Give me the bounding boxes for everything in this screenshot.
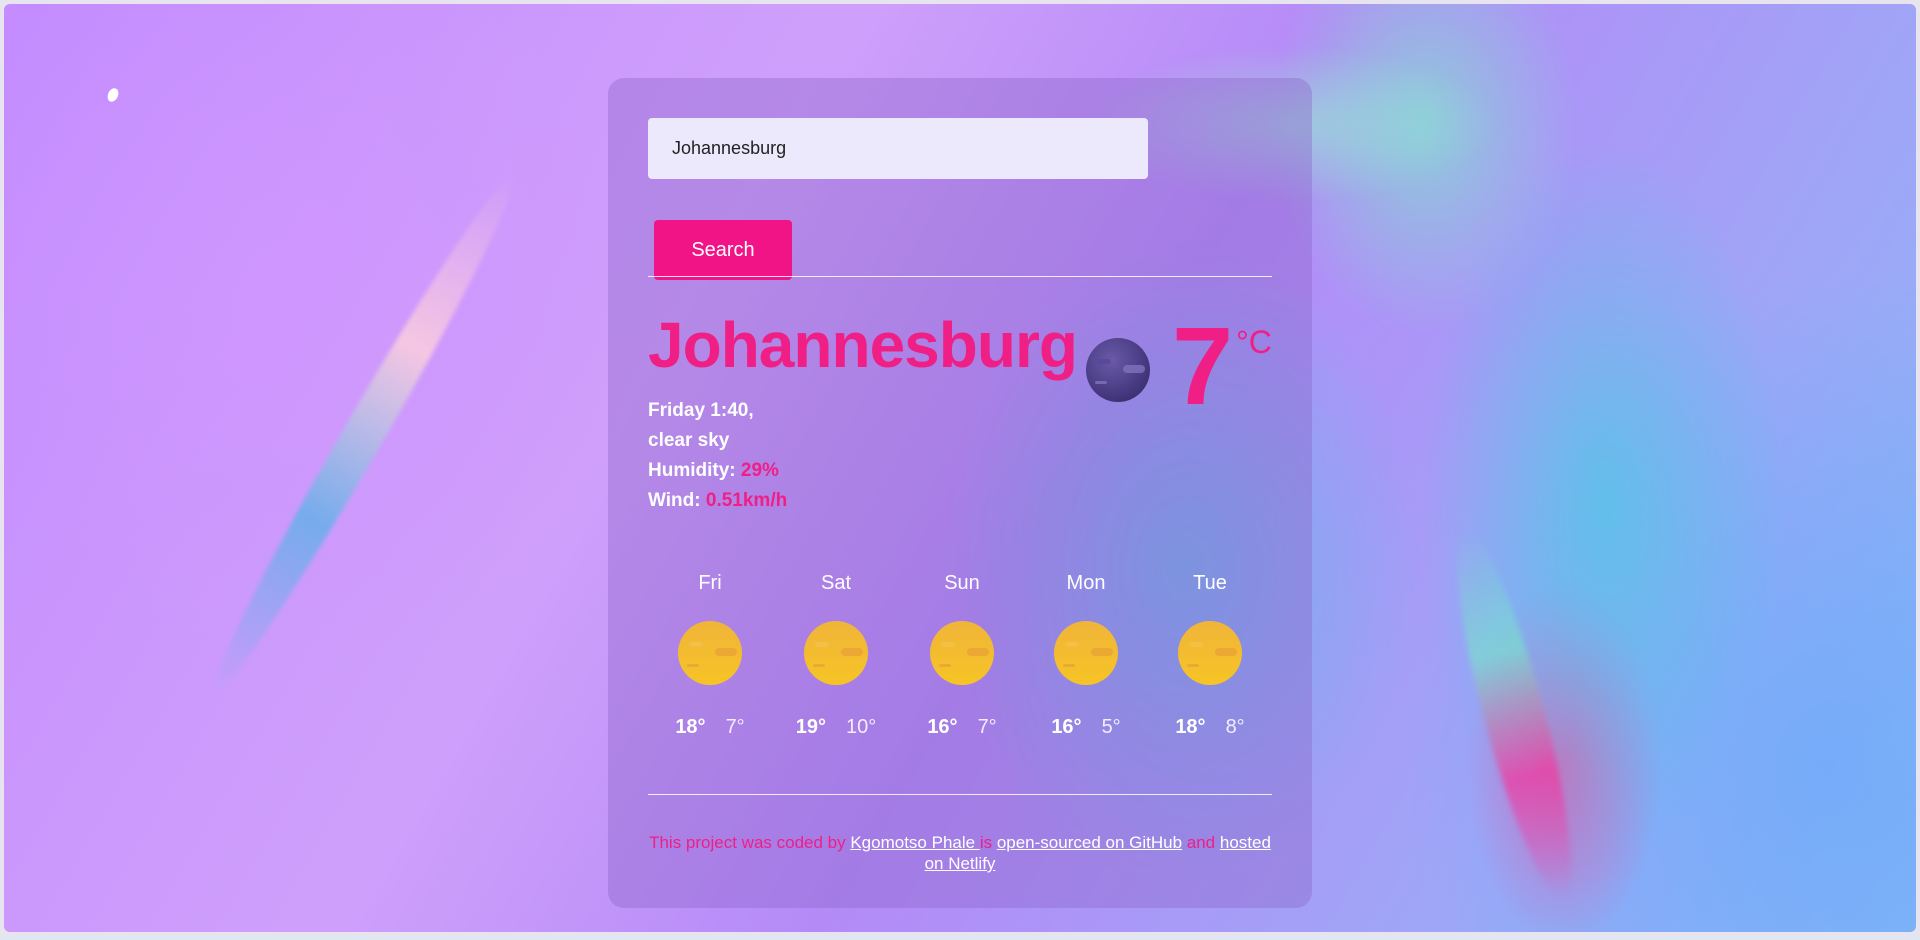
sun-icon: [1178, 621, 1242, 685]
author-link[interactable]: Kgomotso Phale: [850, 833, 979, 852]
sun-icon: [678, 621, 742, 685]
background-streak: [1435, 522, 1593, 906]
city-name: Johannesburg: [648, 309, 1078, 381]
footer-text: and: [1182, 833, 1220, 852]
forecast-day-name: Fri: [698, 572, 722, 594]
sun-icon: [930, 621, 994, 685]
sun-icon: [1054, 621, 1118, 685]
temperature-unit[interactable]: °C: [1236, 324, 1272, 361]
forecast-low: 5°: [1101, 716, 1121, 738]
wind: Wind: 0.51km/h: [648, 486, 787, 516]
forecast-low: 10°: [846, 716, 877, 738]
search-input[interactable]: [648, 118, 1148, 179]
weather-description: clear sky: [648, 430, 730, 451]
forecast-high: 18°: [1175, 716, 1206, 738]
clear-night-icon: [1086, 338, 1150, 402]
forecast-day-name: Sun: [944, 572, 980, 594]
search-form: Search: [648, 118, 1272, 280]
forecast-temps: 16° 5°: [1024, 716, 1148, 739]
forecast-day: Tue 18° 8°: [1148, 572, 1272, 739]
forecast-temps: 19° 10°: [774, 716, 898, 739]
search-button[interactable]: Search: [654, 220, 792, 280]
forecast-day: Mon 16° 5°: [1024, 572, 1148, 739]
forecast-high: 19°: [795, 716, 826, 738]
humidity-value: 29%: [740, 460, 779, 481]
humidity-label: Humidity:: [648, 460, 736, 481]
divider: [648, 276, 1272, 277]
divider: [648, 794, 1272, 795]
date-time: Friday 1:40,: [648, 400, 754, 421]
forecast-high: 16°: [1051, 716, 1082, 738]
forecast-temps: 18° 8°: [1148, 716, 1272, 739]
sun-icon: [804, 621, 868, 685]
forecast-day-name: Sat: [820, 572, 852, 594]
forecast-day: Sat 19° 10°: [774, 572, 898, 739]
github-link[interactable]: open-sourced on GitHub: [997, 833, 1182, 852]
forecast-temps: 16° 7°: [900, 716, 1024, 739]
forecast-day: Sun 16° 7°: [900, 572, 1024, 739]
bottom-bar: [0, 936, 1920, 940]
forecast-high: 16°: [927, 716, 958, 738]
wind-label: Wind:: [648, 490, 701, 511]
footer: This project was coded by Kgomotso Phale…: [648, 832, 1272, 874]
background-streak: [196, 164, 532, 704]
weather-details: Friday 1:40, clear sky Humidity: 29% Win…: [648, 396, 787, 516]
wind-value: 0.51km/h: [705, 490, 788, 511]
forecast-temps: 18° 7°: [648, 716, 772, 739]
background-streak: [105, 86, 121, 104]
forecast-low: 7°: [977, 716, 997, 738]
forecast-low: 8°: [1225, 716, 1245, 738]
forecast-day-name: Mon: [1066, 572, 1106, 594]
current-temperature: 7: [1172, 305, 1234, 428]
footer-text: is: [979, 833, 997, 852]
footer-text: This project was coded by: [649, 833, 851, 852]
forecast-high: 18°: [675, 716, 706, 738]
forecast: Fri 18° 7° Sat 19° 10° Sun 16° 7° Mon 16° 5° Tue 18° 8…: [648, 572, 1272, 752]
forecast-day: Fri 18° 7°: [648, 572, 772, 739]
humidity: Humidity: 29%: [648, 456, 787, 486]
forecast-day-name: Tue: [1193, 572, 1227, 594]
forecast-low: 7°: [725, 716, 745, 738]
